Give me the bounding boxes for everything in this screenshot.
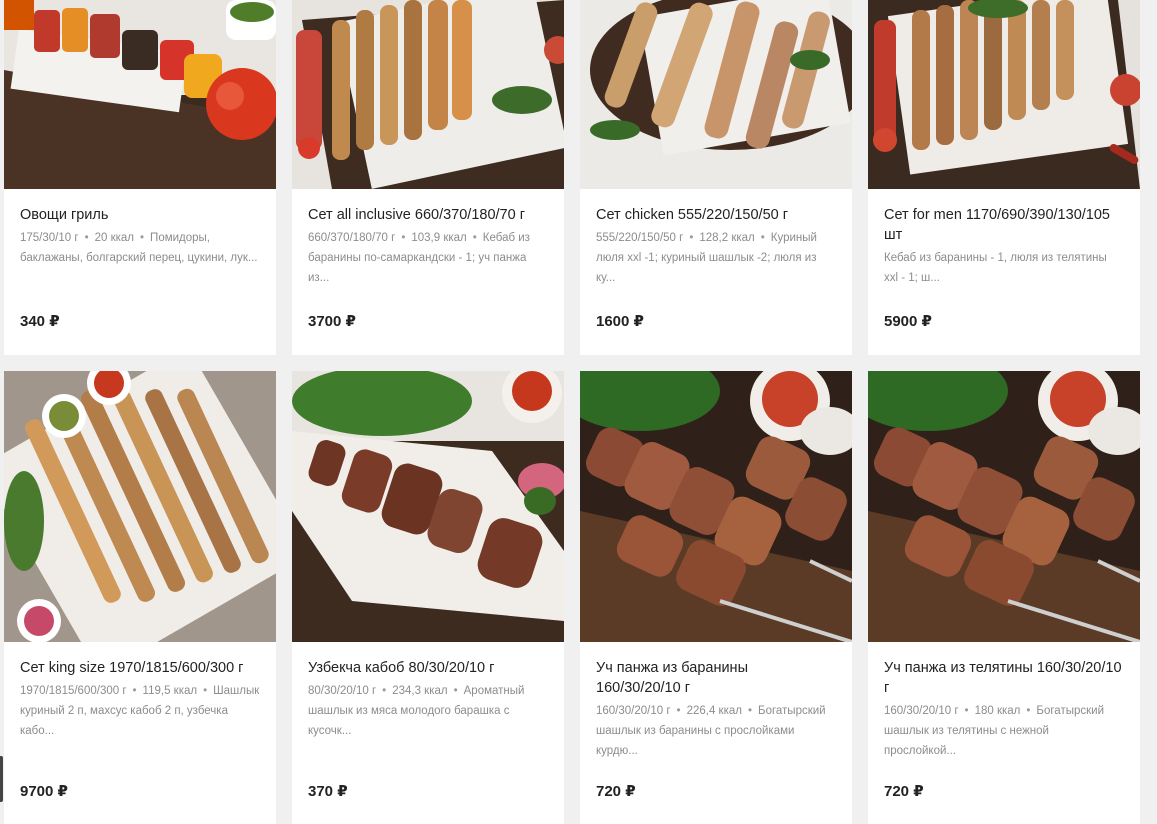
- lamb-skewers-photo[interactable]: [580, 371, 852, 642]
- product-card[interactable]: Сет chicken 555/220/150/50 г 555/220/150…: [580, 0, 852, 355]
- separator-dot: •: [203, 685, 208, 697]
- product-description: Кебаб из баранины - 1, люля из телятины …: [884, 252, 1107, 284]
- separator-dot: •: [1026, 705, 1031, 717]
- product-title[interactable]: Сет for men 1170/690/390/130/105 шт: [884, 205, 1124, 245]
- product-weight: 160/30/20/10 г: [596, 705, 671, 717]
- side-panel-tab[interactable]: [0, 756, 3, 802]
- product-price: 9700 ₽: [20, 783, 68, 800]
- product-price: 3700 ₽: [308, 313, 356, 330]
- men-set-photo[interactable]: [868, 0, 1140, 189]
- product-kcal: 20 ккал: [94, 232, 135, 244]
- product-price: 720 ₽: [596, 783, 636, 800]
- product-weight: 175/30/10 г: [20, 232, 79, 244]
- product-kcal: 119,5 ккал: [142, 685, 198, 697]
- product-meta: 80/30/20/10 г • 234,3 ккал • Ароматный шашлы…: [308, 681, 548, 741]
- product-weight: 555/220/150/50 г: [596, 232, 684, 244]
- product-kcal: 226,4 ккал: [686, 705, 742, 717]
- product-title[interactable]: Сет chicken 555/220/150/50 г: [596, 205, 836, 225]
- product-title[interactable]: Уч панжа из баранины 160/30/20/10 г: [596, 658, 836, 698]
- chicken-set-photo[interactable]: [580, 0, 852, 189]
- product-card[interactable]: Сет all inclusive 660/370/180/70 г 660/3…: [292, 0, 564, 355]
- separator-dot: •: [747, 705, 753, 717]
- separator-dot: •: [689, 232, 694, 244]
- separator-dot: •: [453, 685, 458, 697]
- king-size-set-photo[interactable]: [4, 371, 276, 642]
- product-meta: 660/370/180/70 г • 103,9 ккал • Кебаб из бар…: [308, 228, 548, 288]
- product-card[interactable]: Сет for men 1170/690/390/130/105 шт Кеба…: [868, 0, 1140, 355]
- separator-dot: •: [140, 232, 145, 244]
- product-meta: 175/30/10 г • 20 ккал • Помидоры, баклажаны,…: [20, 228, 260, 268]
- product-meta: 1970/1815/600/300 г • 119,5 ккал • Шашлык ку…: [20, 681, 260, 741]
- product-meta: 160/30/20/10 г • 226,4 ккал • Богатырский ша…: [596, 701, 836, 761]
- product-title[interactable]: Уч панжа из телятины 160/30/20/10 г: [884, 658, 1124, 698]
- product-weight: 80/30/20/10 г: [308, 685, 377, 697]
- product-title[interactable]: Сет all inclusive 660/370/180/70 г: [308, 205, 548, 225]
- product-weight: 1970/1815/600/300 г: [20, 685, 127, 697]
- product-meta: 555/220/150/50 г • 128,2 ккал • Куриный люля…: [596, 228, 836, 288]
- product-kcal: 234,3 ккал: [392, 685, 448, 697]
- product-title[interactable]: Узбекча кабоб 80/30/20/10 г: [308, 658, 548, 678]
- product-card[interactable]: Сет king size 1970/1815/600/300 г 1970/1…: [4, 371, 276, 824]
- product-card[interactable]: Узбекча кабоб 80/30/20/10 г 80/30/20/10 …: [292, 371, 564, 824]
- separator-dot: •: [401, 232, 406, 244]
- product-weight: 160/30/20/10 г: [884, 705, 959, 717]
- product-kcal: 180 ккал: [974, 705, 1021, 717]
- separator-dot: •: [676, 705, 681, 717]
- separator-dot: •: [84, 232, 89, 244]
- product-card[interactable]: Уч панжа из баранины 160/30/20/10 г 160/…: [580, 371, 852, 824]
- product-price: 5900 ₽: [884, 313, 932, 330]
- product-kcal: 103,9 ккал: [411, 232, 467, 244]
- grilled-vegetables-photo[interactable]: [4, 0, 276, 189]
- skewer-set-photo[interactable]: [292, 0, 564, 189]
- product-price: 340 ₽: [20, 313, 60, 330]
- separator-dot: •: [132, 685, 137, 697]
- separator-dot: •: [472, 232, 477, 244]
- product-price: 1600 ₽: [596, 313, 644, 330]
- product-price: 720 ₽: [884, 783, 924, 800]
- product-kcal: 128,2 ккал: [699, 232, 755, 244]
- uzbek-kebab-photo[interactable]: [292, 371, 564, 642]
- veal-skewers-photo[interactable]: [868, 371, 1140, 642]
- product-card[interactable]: Овощи гриль 175/30/10 г • 20 ккал • Помидоры…: [4, 0, 276, 355]
- separator-dot: •: [964, 705, 969, 717]
- product-weight: 660/370/180/70 г: [308, 232, 396, 244]
- product-meta: Кебаб из баранины - 1, люля из телятины …: [884, 248, 1124, 288]
- product-price: 370 ₽: [308, 783, 348, 800]
- product-meta: 160/30/20/10 г • 180 ккал • Богатырский шашл…: [884, 701, 1124, 761]
- product-title[interactable]: Сет king size 1970/1815/600/300 г: [20, 658, 260, 678]
- product-grid: Овощи гриль 175/30/10 г • 20 ккал • Помидоры…: [4, 0, 1140, 824]
- product-title[interactable]: Овощи гриль: [20, 205, 260, 225]
- separator-dot: •: [760, 232, 765, 244]
- product-card[interactable]: Уч панжа из телятины 160/30/20/10 г 160/…: [868, 371, 1140, 824]
- separator-dot: •: [382, 685, 387, 697]
